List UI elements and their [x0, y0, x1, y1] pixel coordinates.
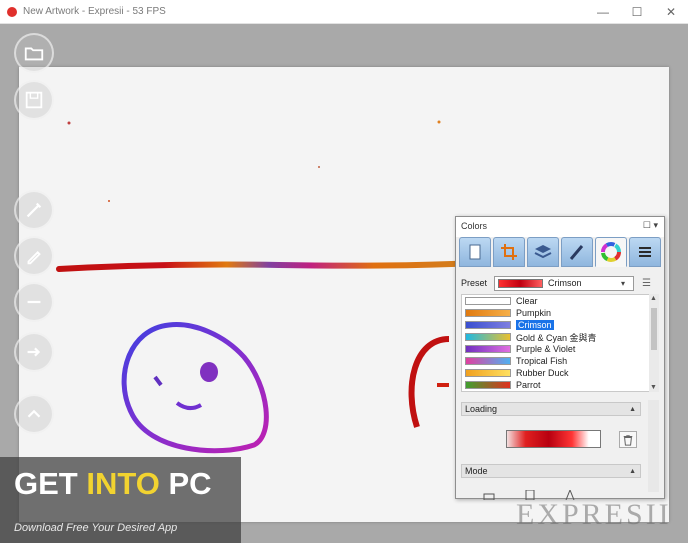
expresii-logo: EXPRESII	[516, 498, 672, 531]
preset-list-label: Parrot	[516, 380, 541, 390]
list-view-icon[interactable]: ☰	[642, 278, 651, 289]
preset-swatch	[498, 278, 543, 288]
open-button[interactable]	[14, 33, 54, 73]
undo-button[interactable]	[14, 282, 54, 322]
paper-icon	[469, 244, 481, 260]
window-controls: — ☐ ✕	[586, 0, 688, 24]
panel-scrollbar[interactable]	[648, 400, 659, 492]
preset-gradient-swatch	[465, 357, 511, 365]
colors-panel-title: Colors	[461, 221, 488, 231]
preset-gradient-swatch	[465, 381, 511, 389]
watermark-subtitle: Download Free Your Desired App	[14, 522, 178, 534]
horizontal-stroke	[56, 260, 482, 272]
preset-list-label: Tropical Fish	[516, 356, 568, 366]
close-button[interactable]: ✕	[654, 0, 688, 24]
watermark-word-into: INTO	[86, 466, 160, 501]
mode-icons	[474, 487, 594, 501]
preset-list-scrollbar[interactable]: ▲ ▼	[649, 294, 659, 392]
face-outline-stroke	[121, 322, 269, 454]
panel-options-button[interactable]: ☐ ▾	[643, 220, 658, 231]
preset-list-label: Crimson	[516, 320, 554, 330]
preset-gradient-swatch	[465, 297, 511, 305]
redo-button[interactable]	[14, 332, 54, 372]
preset-list-item[interactable]: Purple & Violet	[462, 343, 656, 355]
save-button[interactable]	[14, 80, 54, 120]
face-mouth-stroke	[175, 401, 203, 410]
color-wheel-icon	[601, 242, 621, 262]
brush-tool-button[interactable]	[14, 190, 54, 230]
title-bar: New Artwork - Expresii - 53 FPS — ☐ ✕	[0, 0, 688, 24]
watermark-word-get: GET	[14, 466, 87, 501]
preset-list-item[interactable]: Gold & Cyan 金與青	[462, 331, 656, 343]
preset-list-label: Purple & Violet	[516, 344, 576, 354]
preset-gradient-swatch	[465, 369, 511, 377]
preset-list-item[interactable]: Clear	[462, 295, 656, 307]
brush-tab-icon	[569, 245, 584, 260]
preset-list-item[interactable]: Rubber Duck	[462, 367, 656, 379]
tab-colors[interactable]	[595, 237, 627, 267]
open-folder-icon	[24, 47, 44, 61]
hamburger-icon	[639, 247, 651, 257]
loading-section-label: Loading	[465, 404, 498, 414]
panel-tabs	[459, 237, 662, 269]
preset-label: Preset	[461, 278, 488, 288]
layers-icon	[534, 245, 552, 259]
tab-brushes[interactable]	[561, 237, 593, 267]
pencil-icon	[27, 251, 41, 265]
preset-list-item[interactable]: Pumpkin	[462, 307, 656, 319]
colors-panel: Colors ☐ ▾ Preset Crimson ▾ ☰ Clear Pump…	[455, 216, 665, 501]
preset-list-item[interactable]: Crimson	[462, 319, 656, 331]
preset-list-label: Gold & Cyan 金與青	[516, 332, 597, 343]
tab-crop[interactable]	[493, 237, 525, 267]
preset-list-item[interactable]: Parrot	[462, 379, 656, 391]
scroll-thumb[interactable]	[651, 308, 657, 350]
preset-dropdown[interactable]: Crimson ▾	[494, 275, 634, 291]
preset-row: Preset Crimson ▾ ☰	[461, 275, 661, 291]
app-window: New Artwork - Expresii - 53 FPS — ☐ ✕ EX…	[0, 0, 688, 543]
delete-button[interactable]	[619, 431, 637, 448]
preset-value: Crimson	[548, 278, 582, 288]
face-eye-stroke	[200, 362, 218, 382]
maximize-button[interactable]: ☐	[620, 0, 654, 24]
save-icon	[25, 91, 43, 109]
loading-gradient-bar[interactable]	[506, 430, 601, 448]
collapse-icon: ▲	[629, 467, 636, 475]
mode-icons-strip	[483, 488, 575, 501]
minimize-button[interactable]: —	[586, 0, 620, 24]
collapse-icon: ▲	[629, 405, 636, 413]
preset-list-label: Clear	[516, 296, 538, 306]
tab-paper[interactable]	[459, 237, 491, 267]
preset-gradient-swatch	[465, 345, 511, 353]
watermark-word-pc: PC	[159, 466, 212, 501]
scroll-up-icon[interactable]: ▲	[650, 295, 657, 302]
scroll-down-icon[interactable]: ▼	[650, 384, 657, 391]
trash-icon	[623, 434, 633, 446]
preset-gradient-swatch	[465, 321, 511, 329]
preset-gradient-swatch	[465, 333, 511, 341]
crop-icon	[501, 244, 517, 260]
pencil-tool-button[interactable]	[14, 236, 54, 276]
undo-icon	[27, 300, 41, 304]
window-title: New Artwork - Expresii - 53 FPS	[23, 6, 166, 17]
preset-list-item[interactable]: Tropical Fish	[462, 355, 656, 367]
face-eye-small-stroke	[153, 375, 163, 387]
mode-section-label: Mode	[465, 466, 488, 476]
preset-list-label: Pumpkin	[516, 308, 552, 318]
tab-menu[interactable]	[629, 237, 661, 267]
mode-section-header[interactable]: Mode ▲	[461, 464, 641, 478]
loading-section-header[interactable]: Loading ▲	[461, 402, 641, 416]
redo-icon	[27, 347, 41, 357]
brush-icon	[26, 202, 42, 218]
preset-list-label: Rubber Duck	[516, 368, 569, 378]
watermark-title: GET INTO PC	[14, 466, 212, 502]
preset-list[interactable]: Clear Pumpkin Crimson Gold & Cyan 金與青 Purple…	[461, 294, 657, 392]
tab-layers[interactable]	[527, 237, 559, 267]
chevron-down-icon: ▾	[621, 278, 626, 288]
up-button[interactable]	[14, 394, 54, 434]
up-icon	[27, 409, 41, 418]
expresii-app-icon	[7, 6, 17, 17]
preset-gradient-swatch	[465, 309, 511, 317]
colors-panel-header: Colors ☐ ▾	[456, 217, 664, 237]
